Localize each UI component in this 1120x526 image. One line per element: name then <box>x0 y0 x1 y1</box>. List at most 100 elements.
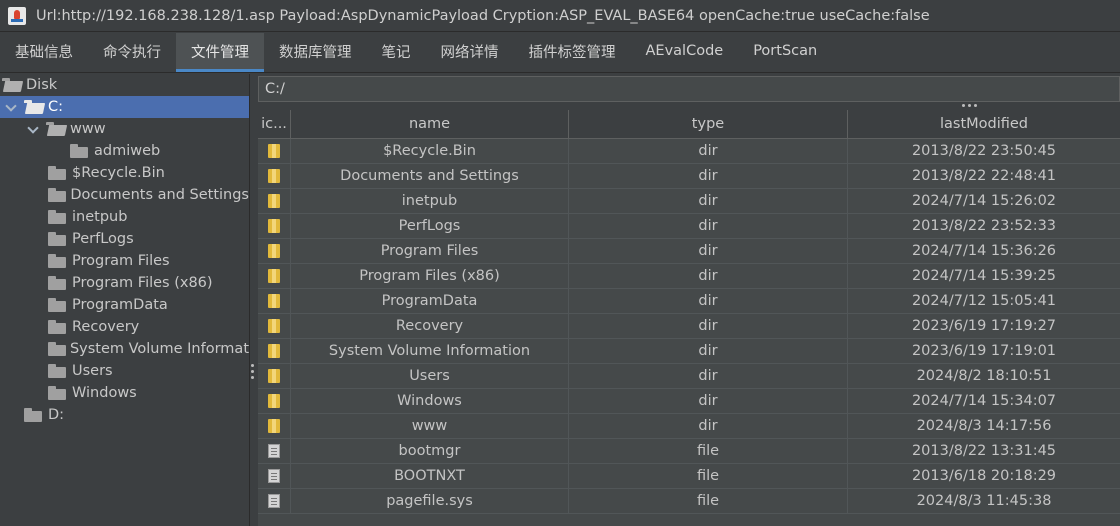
tree-node-drive-c[interactable]: C: <box>0 96 249 118</box>
file-tree[interactable]: Disk C: www admiweb $Recycle.Bin Documen… <box>0 74 250 526</box>
tree-node-label: Documents and Settings <box>70 187 249 203</box>
cell-last-modified: 2024/7/14 15:39:25 <box>911 268 1057 284</box>
cell-name: Documents and Settings <box>291 164 569 188</box>
cell-type: dir <box>569 414 848 438</box>
folder-icon <box>268 419 280 433</box>
tree-node-disk[interactable]: Disk <box>0 74 249 96</box>
cell-last-modified: 2013/6/18 20:18:29 <box>911 468 1057 484</box>
tree-node-folder[interactable]: Windows <box>0 382 249 404</box>
cell-name: BOOTNXT <box>291 464 569 488</box>
tree-node-folder[interactable]: ProgramData <box>0 294 249 316</box>
folder-icon <box>268 269 280 283</box>
tree-node-folder[interactable]: $Recycle.Bin <box>0 162 249 184</box>
file-table: ic... name type lastModified $Recycle.Bi… <box>258 110 1120 526</box>
tab-plugin-manager[interactable]: 插件标签管理 <box>514 33 631 72</box>
path-input[interactable]: C:/ <box>258 76 1120 102</box>
chevron-down-icon[interactable] <box>26 122 40 136</box>
table-row[interactable]: $Recycle.Bin dir 2013/8/22 23:50:45 <box>258 139 1120 164</box>
tree-node-label: ProgramData <box>72 297 168 313</box>
tab-file-manager[interactable]: 文件管理 <box>176 33 264 72</box>
cell-type: file <box>569 489 848 513</box>
tab-database-manager[interactable]: 数据库管理 <box>264 33 367 72</box>
tab-aevalcode[interactable]: AEvalCode <box>631 33 739 72</box>
cell-name: Recovery <box>291 314 569 338</box>
tree-node-folder[interactable]: Recovery <box>0 316 249 338</box>
table-row[interactable]: BOOTNXT file 2013/6/18 20:18:29 <box>258 464 1120 489</box>
cell-name: $Recycle.Bin <box>291 139 569 163</box>
cell-name: System Volume Information <box>291 339 569 363</box>
table-row[interactable]: Program Files (x86) dir 2024/7/14 15:39:25 <box>258 264 1120 289</box>
horizontal-splitter-handle[interactable] <box>962 104 982 108</box>
tree-node-label: Recovery <box>72 319 140 335</box>
table-row[interactable]: ProgramData dir 2024/7/12 15:05:41 <box>258 289 1120 314</box>
tab-network-details[interactable]: 网络详情 <box>426 33 514 72</box>
cell-name: www <box>291 414 569 438</box>
cell-name: Windows <box>291 389 569 413</box>
cell-last-modified: 2013/8/22 23:50:45 <box>911 143 1057 159</box>
tree-node-www[interactable]: www <box>0 118 249 140</box>
tab-command-exec[interactable]: 命令执行 <box>88 33 176 72</box>
tree-node-folder[interactable]: PerfLogs <box>0 228 249 250</box>
cell-last-modified: 2013/8/22 23:52:33 <box>911 218 1057 234</box>
table-row[interactable]: Recovery dir 2023/6/19 17:19:27 <box>258 314 1120 339</box>
folder-icon <box>48 342 66 356</box>
vertical-splitter-handle[interactable] <box>251 364 255 384</box>
table-row[interactable]: pagefile.sys file 2024/8/3 11:45:38 <box>258 489 1120 514</box>
window-title: Url:http://192.168.238.128/1.asp Payload… <box>36 7 930 24</box>
cell-type: dir <box>569 339 848 363</box>
column-header-name[interactable]: name <box>291 110 569 138</box>
tree-node-folder[interactable]: Program Files (x86) <box>0 272 249 294</box>
tree-node-folder[interactable]: Users <box>0 360 249 382</box>
tree-node-folder[interactable]: Program Files <box>0 250 249 272</box>
tree-node-label: admiweb <box>94 143 161 159</box>
table-row[interactable]: bootmgr file 2013/8/22 13:31:45 <box>258 439 1120 464</box>
folder-icon <box>48 386 66 400</box>
table-row[interactable]: www dir 2024/8/3 14:17:56 <box>258 414 1120 439</box>
table-row[interactable]: Windows dir 2024/7/14 15:34:07 <box>258 389 1120 414</box>
table-row[interactable]: inetpub dir 2024/7/14 15:26:02 <box>258 189 1120 214</box>
column-header-last-modified[interactable]: lastModified <box>848 110 1120 138</box>
cell-last-modified: 2024/7/14 15:26:02 <box>911 193 1057 209</box>
tab-portscan[interactable]: PortScan <box>738 33 832 72</box>
cell-type: dir <box>569 264 848 288</box>
cell-icon <box>258 464 291 488</box>
folder-icon <box>268 369 280 383</box>
table-row[interactable]: Users dir 2024/8/2 18:10:51 <box>258 364 1120 389</box>
tab-basic-info[interactable]: 基础信息 <box>0 33 88 72</box>
column-header-icon[interactable]: ic... <box>258 110 291 138</box>
tree-node-label: Disk <box>26 77 58 93</box>
tree-node-label: www <box>70 121 106 137</box>
file-icon <box>268 469 280 483</box>
cell-type: dir <box>569 214 848 238</box>
tree-node-label: System Volume Informat <box>69 341 249 357</box>
cell-icon <box>258 239 291 263</box>
cell-last-modified: 2024/8/3 14:17:56 <box>916 418 1052 434</box>
tree-node-admiweb[interactable]: admiweb <box>0 140 249 162</box>
cell-icon <box>258 439 291 463</box>
table-row[interactable]: PerfLogs dir 2013/8/22 23:52:33 <box>258 214 1120 239</box>
tree-node-folder[interactable]: System Volume Informat <box>0 338 249 360</box>
chevron-down-icon[interactable] <box>4 100 18 114</box>
cell-icon <box>258 264 291 288</box>
cell-name: PerfLogs <box>291 214 569 238</box>
tab-notes[interactable]: 笔记 <box>367 33 426 72</box>
folder-icon <box>48 364 66 378</box>
cell-last-modified: 2013/8/22 13:31:45 <box>911 443 1057 459</box>
tree-node-drive-d[interactable]: D: <box>0 404 249 426</box>
table-row[interactable]: System Volume Information dir 2023/6/19 17… <box>258 339 1120 364</box>
folder-open-icon <box>2 78 20 92</box>
folder-icon <box>48 232 66 246</box>
tree-node-folder[interactable]: Documents and Settings <box>0 184 249 206</box>
cell-name: pagefile.sys <box>291 489 569 513</box>
tree-node-folder[interactable]: inetpub <box>0 206 249 228</box>
folder-icon <box>268 394 280 408</box>
cell-icon <box>258 189 291 213</box>
cell-name: Program Files <box>291 239 569 263</box>
column-header-type[interactable]: type <box>569 110 848 138</box>
cell-last-modified: 2024/7/12 15:05:41 <box>911 293 1057 309</box>
cell-icon <box>258 364 291 388</box>
folder-icon <box>268 219 280 233</box>
table-row[interactable]: Program Files dir 2024/7/14 15:36:26 <box>258 239 1120 264</box>
cell-icon <box>258 139 291 163</box>
table-row[interactable]: Documents and Settings dir 2013/8/22 22:48… <box>258 164 1120 189</box>
